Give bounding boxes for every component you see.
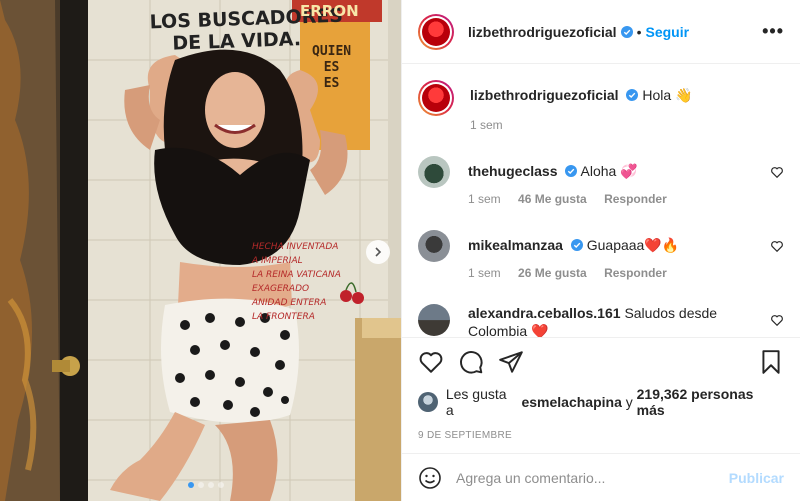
- commenter-avatar[interactable]: [418, 156, 450, 188]
- action-icons: [418, 348, 784, 376]
- save-bookmark-icon[interactable]: [758, 349, 784, 375]
- comment-input[interactable]: [456, 469, 729, 486]
- comment-item: alexandra.ceballos.161 Saludos desde Col…: [418, 304, 784, 337]
- post-date[interactable]: 9 DE SEPTIEMBRE: [418, 430, 784, 441]
- carousel-dot: [218, 482, 224, 488]
- verified-badge-icon: [570, 239, 583, 251]
- carousel-dot: [188, 482, 194, 488]
- sign-text: QUIEN ES ES: [312, 44, 352, 91]
- post-actions: Les gusta a esmelachapina y 219,362 pers…: [402, 337, 800, 453]
- comment-like-count[interactable]: 26 Me gusta: [518, 266, 587, 280]
- post-sidebar: lizbethrodriguezoficial • Seguir ••• liz…: [401, 0, 800, 501]
- likes-prefix: Les gusta a: [445, 386, 507, 419]
- caption: lizbethrodriguezoficial Hola 👋 1 sem: [418, 80, 784, 134]
- comment-time[interactable]: 1 sem: [468, 192, 501, 206]
- add-comment-bar: Publicar: [402, 453, 800, 501]
- like-comment-heart-icon[interactable]: [770, 239, 784, 253]
- verified-badge-icon: [620, 25, 633, 38]
- comment-text: Aloha 💞: [580, 163, 638, 179]
- publish-button[interactable]: Publicar: [729, 470, 784, 486]
- chevron-right-icon: [375, 247, 382, 257]
- caption-avatar[interactable]: [418, 80, 454, 116]
- commenter-avatar[interactable]: [418, 230, 450, 262]
- comments-list[interactable]: lizbethrodriguezoficial Hola 👋 1 sem the…: [402, 64, 800, 337]
- caption-username[interactable]: lizbethrodriguezoficial: [470, 87, 619, 103]
- post-header: lizbethrodriguezoficial • Seguir •••: [402, 0, 800, 64]
- carousel-indicators: [188, 482, 224, 488]
- more-options-icon[interactable]: •••: [762, 21, 784, 42]
- likes-conj: y: [625, 394, 633, 411]
- commenter-username[interactable]: alexandra.ceballos.161: [468, 305, 621, 321]
- comment-like-count[interactable]: 46 Me gusta: [518, 192, 587, 206]
- like-comment-heart-icon[interactable]: [770, 313, 784, 327]
- liker-username[interactable]: esmelachapina: [521, 394, 621, 410]
- share-paper-plane-icon[interactable]: [498, 349, 524, 375]
- wall-writing-middle: HECHA INVENTADA A IMPERIAL LA REINA VATI…: [252, 242, 341, 322]
- liker-avatar[interactable]: [418, 392, 438, 413]
- comment-item: mikealmanzaa Guapaaa❤️🔥 1 sem 26 Me gust…: [418, 230, 784, 282]
- author-username[interactable]: lizbethrodriguezoficial: [468, 24, 617, 40]
- instagram-post: LOS BUSCADORES DE LA VIDA. ERRON QUIEN E…: [0, 0, 800, 501]
- commenter-username[interactable]: thehugeclass: [468, 163, 557, 179]
- carousel-dot: [208, 482, 214, 488]
- verified-badge-icon: [565, 165, 578, 177]
- reply-button[interactable]: Responder: [604, 266, 667, 280]
- verified-badge-icon: [626, 89, 639, 101]
- sign-header: ERRON: [300, 2, 359, 20]
- comment-time[interactable]: 1 sem: [468, 266, 501, 280]
- author-avatar[interactable]: [418, 13, 454, 50]
- like-comment-heart-icon[interactable]: [770, 165, 784, 179]
- likes-count[interactable]: 219,362 personas más: [637, 386, 784, 418]
- caption-time[interactable]: 1 sem: [470, 118, 503, 132]
- like-heart-icon[interactable]: [418, 349, 444, 375]
- comment-bubble-icon[interactable]: [458, 349, 484, 375]
- carousel-dot: [198, 482, 204, 488]
- carousel-next-button[interactable]: [366, 240, 390, 264]
- reply-button[interactable]: Responder: [604, 192, 667, 206]
- caption-text: Hola 👋: [642, 87, 693, 103]
- follow-button[interactable]: Seguir: [645, 24, 689, 40]
- header-separator: •: [636, 23, 642, 40]
- comment-text: Guapaaa❤️🔥: [586, 237, 680, 253]
- comment-item: thehugeclass Aloha 💞 1 sem 46 Me gusta R…: [418, 156, 784, 208]
- commenter-username[interactable]: mikealmanzaa: [468, 237, 563, 253]
- commenter-avatar[interactable]: [418, 304, 450, 336]
- emoji-icon[interactable]: [418, 466, 442, 490]
- likes-summary: Les gusta a esmelachapina y 219,362 pers…: [418, 386, 784, 418]
- post-photo[interactable]: LOS BUSCADORES DE LA VIDA. ERRON QUIEN E…: [0, 0, 401, 501]
